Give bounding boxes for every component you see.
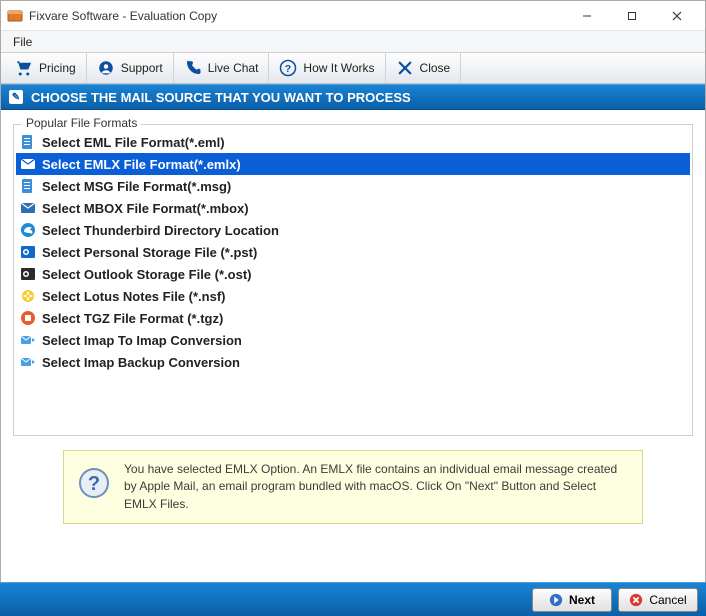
cancel-label: Cancel [649, 593, 686, 607]
format-option[interactable]: Select MSG File Format(*.msg) [16, 175, 690, 197]
svg-text:?: ? [88, 473, 100, 495]
content-area: Popular File Formats Select EML File For… [1, 110, 705, 526]
title-bar: Fixvare Software - Evaluation Copy [1, 1, 705, 31]
file-blue-icon [20, 134, 36, 150]
info-box: ? You have selected EMLX Option. An EMLX… [63, 450, 643, 524]
svg-text:?: ? [285, 63, 291, 75]
window-controls [564, 1, 699, 30]
formats-fieldset: Popular File Formats Select EML File For… [13, 124, 693, 436]
imap-icon [20, 354, 36, 370]
window-title: Fixvare Software - Evaluation Copy [29, 9, 564, 23]
menu-file[interactable]: File [5, 33, 40, 51]
pricing-button[interactable]: Pricing [5, 53, 87, 83]
phone-icon [184, 59, 202, 77]
support-button[interactable]: Support [87, 53, 174, 83]
formats-legend: Popular File Formats [22, 116, 141, 130]
format-option[interactable]: Select TGZ File Format (*.tgz) [16, 307, 690, 329]
outlook-icon [20, 244, 36, 260]
close-label: Close [420, 61, 451, 75]
format-option[interactable]: Select Imap Backup Conversion [16, 351, 690, 373]
format-option[interactable]: Select Thunderbird Directory Location [16, 219, 690, 241]
support-label: Support [121, 61, 163, 75]
format-label: Select Imap To Imap Conversion [42, 333, 242, 348]
question-icon: ? [279, 59, 297, 77]
arrow-right-icon [549, 593, 563, 607]
format-label: Select Imap Backup Conversion [42, 355, 240, 370]
file-blue-icon [20, 178, 36, 194]
banner-icon: ✎ [9, 90, 23, 104]
format-label: Select EML File Format(*.eml) [42, 135, 225, 150]
menu-bar: File [1, 31, 705, 53]
format-option[interactable]: Select Imap To Imap Conversion [16, 329, 690, 351]
minimize-button[interactable] [564, 1, 609, 30]
cancel-icon [629, 593, 643, 607]
file-mail-icon [20, 156, 36, 172]
format-option[interactable]: Select Outlook Storage File (*.ost) [16, 263, 690, 285]
outlook-dark-icon [20, 266, 36, 282]
format-label: Select TGZ File Format (*.tgz) [42, 311, 223, 326]
headset-icon [97, 59, 115, 77]
format-option[interactable]: Select EML File Format(*.eml) [16, 131, 690, 153]
cancel-button[interactable]: Cancel [618, 588, 698, 612]
lotus-icon [20, 288, 36, 304]
next-label: Next [569, 593, 595, 607]
imap-icon [20, 332, 36, 348]
x-icon [396, 59, 414, 77]
close-button[interactable]: Close [386, 53, 462, 83]
format-label: Select Outlook Storage File (*.ost) [42, 267, 251, 282]
footer-bar: Next Cancel [0, 582, 706, 616]
livechat-label: Live Chat [208, 61, 259, 75]
app-icon [7, 8, 23, 24]
format-option[interactable]: Select EMLX File Format(*.emlx) [16, 153, 690, 175]
formats-list: Select EML File Format(*.eml) Select EMLX… [16, 131, 690, 373]
livechat-button[interactable]: Live Chat [174, 53, 270, 83]
close-window-button[interactable] [654, 1, 699, 30]
next-button[interactable]: Next [532, 588, 612, 612]
banner-text: CHOOSE THE MAIL SOURCE THAT YOU WANT TO … [31, 90, 411, 105]
format-label: Select Personal Storage File (*.pst) [42, 245, 257, 260]
format-label: Select MBOX File Format(*.mbox) [42, 201, 249, 216]
toolbar: Pricing Support Live Chat ? How It Works… [1, 53, 705, 84]
cart-icon [15, 59, 33, 77]
info-text: You have selected EMLX Option. An EMLX f… [124, 461, 628, 513]
thunderbird-icon [20, 222, 36, 238]
question-circle-icon: ? [78, 467, 110, 499]
maximize-button[interactable] [609, 1, 654, 30]
format-option[interactable]: Select MBOX File Format(*.mbox) [16, 197, 690, 219]
format-option[interactable]: Select Personal Storage File (*.pst) [16, 241, 690, 263]
format-label: Select Thunderbird Directory Location [42, 223, 279, 238]
tgz-icon [20, 310, 36, 326]
instruction-banner: ✎ CHOOSE THE MAIL SOURCE THAT YOU WANT T… [1, 84, 705, 110]
format-option[interactable]: Select Lotus Notes File (*.nsf) [16, 285, 690, 307]
format-label: Select EMLX File Format(*.emlx) [42, 157, 241, 172]
file-mail-icon [20, 200, 36, 216]
howitworks-button[interactable]: ? How It Works [269, 53, 385, 83]
howitworks-label: How It Works [303, 61, 374, 75]
format-label: Select MSG File Format(*.msg) [42, 179, 231, 194]
format-label: Select Lotus Notes File (*.nsf) [42, 289, 225, 304]
pricing-label: Pricing [39, 61, 76, 75]
